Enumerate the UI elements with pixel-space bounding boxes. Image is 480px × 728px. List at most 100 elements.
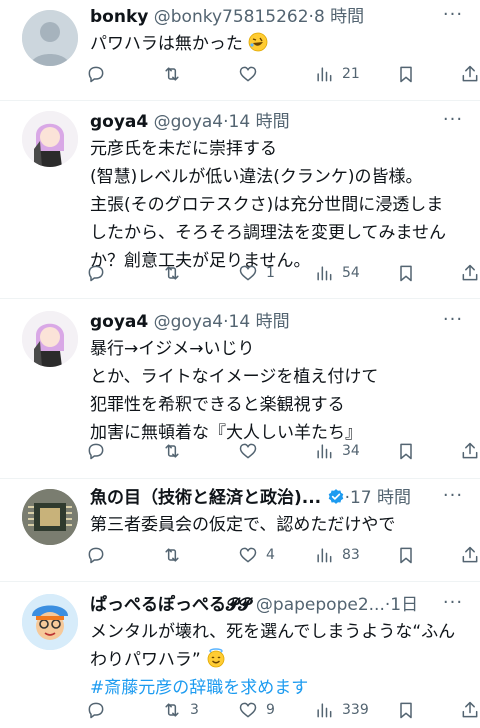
reply-button[interactable] [86, 259, 114, 287]
bookmark-icon [400, 702, 412, 719]
timestamp[interactable]: 8 時間 [314, 7, 364, 27]
avatar-goya4[interactable] [22, 311, 78, 367]
retweet-button[interactable]: 3 [162, 696, 199, 724]
like-count: 9 [266, 702, 275, 718]
timestamp[interactable]: 14 時間 [229, 112, 290, 132]
user-handle[interactable]: @goya4 [154, 112, 224, 132]
tweet-item[interactable]: goya4 @goya4·14 時間 ··· 暴行→イジメ→いじり とか、ライト… [0, 299, 480, 479]
anime-character-avatar-icon [22, 311, 78, 367]
retweet-button[interactable] [162, 60, 190, 88]
tweet-text-line: 主張(そのグロテスクさ)は充分世間に浸透しま [90, 195, 444, 215]
display-name[interactable]: 魚の目（技術と経済と政治)... [90, 488, 321, 508]
share-button[interactable] [460, 696, 480, 724]
like-button[interactable] [238, 437, 266, 465]
bookmark-button[interactable] [396, 437, 416, 465]
retweet-icon [165, 548, 179, 562]
tweet-item[interactable]: ぱっぺるぽっぺる𝓟𝓟 @papepope2...·1日 ··· メンタルが壊れ、… [0, 582, 480, 728]
reply-button[interactable] [86, 60, 114, 88]
avatar-default[interactable] [22, 10, 78, 66]
user-handle[interactable]: @bonky75815262 [154, 7, 309, 27]
display-name[interactable]: goya4 [90, 112, 148, 132]
more-options-icon[interactable]: ··· [442, 111, 464, 133]
bookmark-button[interactable] [396, 541, 416, 569]
timestamp[interactable]: 17 時間 [350, 488, 411, 508]
reply-icon [88, 443, 104, 460]
tweet-text: 暴行→イジメ→いじり とか、ライトなイメージを植え付けて 犯罪性を希釈できると楽… [90, 335, 466, 447]
share-button[interactable] [460, 541, 480, 569]
more-options-icon[interactable]: ··· [442, 6, 464, 28]
heart-icon [239, 66, 257, 82]
reply-button[interactable] [86, 696, 114, 724]
share-button[interactable] [460, 259, 480, 287]
tweet-text: パワハラは無かった [90, 30, 466, 58]
more-options-icon[interactable]: ··· [442, 311, 464, 333]
share-icon [462, 701, 478, 718]
user-handle[interactable]: @goya4 [154, 312, 224, 332]
tweet-text-line: (智慧)レベルが低い違法(クランケ)の皆様。 [90, 167, 423, 187]
tweet-header: 魚の目（技術と経済と政治)... ·17 時間 [90, 485, 468, 511]
tweet-text: 第三者委員会の仮定で、認めただけやで [90, 511, 466, 539]
bookmark-icon [400, 547, 412, 564]
retweet-count: 3 [190, 702, 199, 718]
tweet-actions: 3 9 339 [86, 696, 478, 724]
more-options-icon[interactable]: ··· [442, 487, 464, 509]
tweet-text-line: したから、そろそろ調理法を変更してみません [90, 223, 446, 243]
share-button[interactable] [460, 437, 480, 465]
tweet-actions: 4 83 [86, 541, 478, 569]
views-button[interactable]: 21 [314, 60, 360, 88]
anime-character-avatar-icon [22, 111, 78, 167]
tweet-item[interactable]: bonky @bonky75815262·8 時間 ··· パワハラは無かった [0, 0, 480, 101]
bookmark-button[interactable] [396, 696, 416, 724]
tweet-text-line: 暴行→イジメ→いじり [90, 339, 255, 359]
share-button[interactable] [460, 60, 480, 88]
views-chart-icon [317, 703, 332, 718]
rolling-laughing-emoji-icon [248, 32, 268, 52]
user-handle[interactable]: @papepope2... [256, 595, 385, 615]
retweet-button[interactable] [162, 437, 190, 465]
views-button[interactable]: 34 [314, 437, 360, 465]
retweet-button[interactable] [162, 541, 190, 569]
views-count: 54 [342, 265, 360, 281]
like-button[interactable]: 4 [238, 541, 275, 569]
tweet-text-line: とか、ライトなイメージを植え付けて [90, 367, 379, 387]
avatar-sakananome[interactable] [22, 489, 78, 545]
like-button[interactable] [238, 60, 266, 88]
views-button[interactable]: 339 [314, 696, 369, 724]
tweet-item[interactable]: 魚の目（技術と経済と政治)... ·17 時間 ··· 第三者委員会の仮定で、認… [0, 479, 480, 582]
tweet-text-line: 元彦氏を未だに崇拝する [90, 139, 277, 159]
default-avatar-icon [22, 10, 78, 66]
retweet-icon [165, 444, 179, 458]
tweet-header: goya4 @goya4·14 時間 [90, 109, 468, 135]
bookmark-icon [400, 66, 412, 83]
like-button[interactable]: 1 [238, 259, 275, 287]
share-icon [462, 442, 478, 459]
display-name[interactable]: bonky [90, 7, 148, 27]
retweet-button[interactable] [162, 259, 190, 287]
display-name[interactable]: ぱっぺるぽっぺる𝓟𝓟 [90, 595, 251, 615]
avatar-goya4[interactable] [22, 111, 78, 167]
reply-button[interactable] [86, 541, 114, 569]
views-button[interactable]: 54 [314, 259, 360, 287]
bookmark-icon [400, 443, 412, 460]
tweet-actions: 34 [86, 437, 478, 465]
timestamp[interactable]: 1日 [390, 595, 418, 615]
tweet-text: 元彦氏を未だに崇拝する (智慧)レベルが低い違法(クランケ)の皆様。 主張(その… [90, 135, 466, 275]
more-options-icon[interactable]: ··· [442, 594, 464, 616]
timestamp[interactable]: 14 時間 [229, 312, 290, 332]
display-name[interactable]: goya4 [90, 312, 148, 332]
tweet-text-line: メンタルが壊れ、死を選んでしまうような“ふん [90, 622, 456, 642]
reply-icon [88, 265, 104, 282]
bookmark-button[interactable] [396, 60, 416, 88]
tweet-item[interactable]: goya4 @goya4·14 時間 ··· 元彦氏を未だに崇拝する (智慧)レ… [0, 101, 480, 299]
verified-badge-icon [328, 489, 343, 504]
cartoon-character-avatar-icon [22, 594, 78, 650]
views-button[interactable]: 83 [314, 541, 360, 569]
like-count: 4 [266, 547, 275, 563]
like-button[interactable]: 9 [238, 696, 275, 724]
reply-button[interactable] [86, 437, 114, 465]
tweet-header: bonky @bonky75815262·8 時間 [90, 4, 468, 30]
views-count: 83 [342, 547, 360, 563]
bookmark-button[interactable] [396, 259, 416, 287]
avatar-papepope[interactable] [22, 594, 78, 650]
like-count: 1 [266, 265, 275, 281]
